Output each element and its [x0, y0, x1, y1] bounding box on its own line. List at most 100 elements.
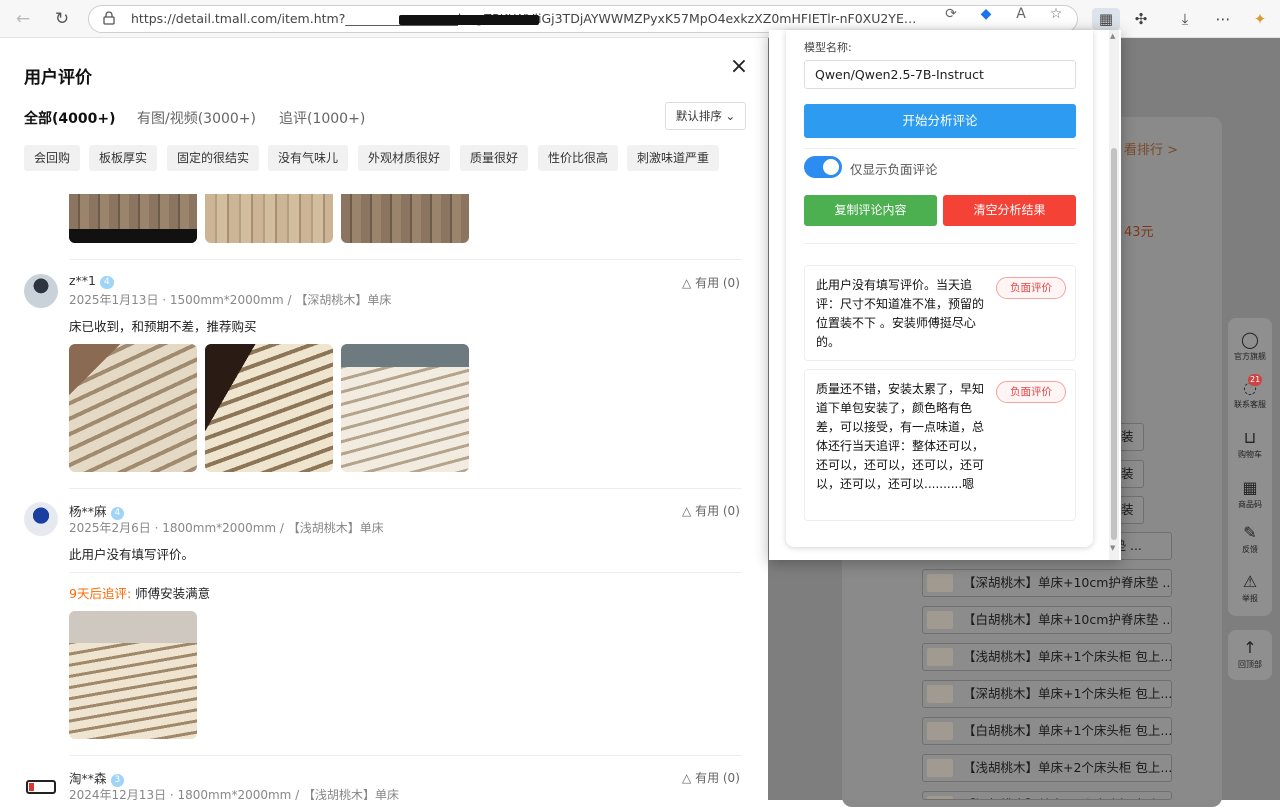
useful-button[interactable]: △ 有用 (0): [682, 502, 740, 519]
tab-media[interactable]: 有图/视频(3000+): [137, 108, 256, 128]
favorite-star-icon[interactable]: ☆: [1047, 5, 1065, 23]
review-photo[interactable]: [205, 194, 333, 243]
review-photo[interactable]: [205, 344, 333, 472]
option-row[interactable]: 【白胡桃木】单床+10cm护脊床垫 ...: [922, 606, 1172, 634]
option-row[interactable]: 【浅胡桃木】单床+2个床头柜 包上...: [922, 754, 1172, 782]
divider: [69, 572, 742, 573]
analyze-button[interactable]: 开始分析评论: [804, 104, 1076, 138]
review-list[interactable]: z**1 4 2025年1月13日 · 1500mm*2000mm / 【深胡桃木…: [0, 184, 768, 800]
downloads-icon[interactable]: ⤓: [1174, 8, 1196, 30]
tab-followup[interactable]: 追评(1000+): [279, 108, 365, 128]
filter-tag[interactable]: 外观材质很好: [358, 145, 451, 171]
divider: [69, 755, 742, 756]
avatar[interactable]: [24, 770, 58, 800]
option-row[interactable]: 【深胡桃木】单床+2个床头柜 包上...: [922, 791, 1172, 800]
shop-icon: ◯: [1241, 330, 1259, 349]
divider: [69, 259, 742, 260]
negative-only-toggle[interactable]: [804, 156, 842, 178]
scroll-up-icon: ▲: [1110, 32, 1116, 40]
rail-official[interactable]: ◯ 官方旗舰: [1228, 330, 1272, 362]
avatar[interactable]: [24, 274, 58, 308]
result-card: 此用户没有填写评价。当天追评：尺寸不知道准不准，预留的位置装不下 。安装师傅挺尽…: [804, 265, 1076, 361]
url-redaction: [399, 15, 539, 25]
username[interactable]: 淘**森 3: [69, 768, 125, 787]
rail-cart[interactable]: ⊔ 购物车: [1228, 428, 1272, 460]
review-modal: 用户评价 × 全部(4000+) 有图/视频(3000+) 追评(1000+) …: [0, 38, 768, 800]
toggle-label: 仅显示负面评论: [850, 162, 938, 177]
useful-button[interactable]: △ 有用 (0): [682, 274, 740, 291]
copilot-icon[interactable]: ✦: [1249, 8, 1271, 30]
edit-icon: ✎: [1243, 523, 1257, 542]
arrow-up-icon: ↑: [1243, 638, 1257, 657]
review-photo[interactable]: [69, 344, 197, 472]
result-card: 质量还不错，安装太累了，早知道下单包安装了，颜色略有色差，可以接受，有一点味道，…: [804, 369, 1076, 521]
option-row[interactable]: 【深胡桃木】单床+10cm护脊床垫 ...: [922, 569, 1172, 597]
price-text: 43元: [1124, 225, 1154, 240]
review-photo[interactable]: [69, 611, 197, 739]
back-to-top[interactable]: ↑ 回顶部: [1228, 630, 1272, 680]
scrollbar-thumb: [1111, 148, 1117, 540]
cart-icon: ⊔: [1243, 428, 1257, 447]
side-toolbar: ◯ 官方旗舰 ◌ 联系客服 21 ⊔ 购物车 ▦ 商品码 ✎ 反馈 ⚠ 举报: [1228, 318, 1272, 616]
review-meta: 2024年12月13日 · 1800mm*2000mm / 【浅胡桃木】单床: [69, 788, 400, 800]
extensions-puzzle-icon[interactable]: ✣: [1130, 8, 1152, 30]
review-text: 此用户没有填写评价。: [69, 547, 195, 562]
address-bar[interactable]: https://detail.tmall.com/item.htm?______…: [88, 5, 1078, 33]
chevron-down-icon: ⌄: [725, 109, 736, 123]
result-text: 此用户没有填写评价。当天追评：尺寸不知道准不准，预留的位置装不下 。安装师傅挺尽…: [816, 278, 985, 349]
vip-badge: 4: [100, 276, 114, 289]
rail-qrcode[interactable]: ▦ 商品码: [1228, 478, 1272, 510]
warning-icon: ⚠: [1242, 572, 1258, 591]
avatar[interactable]: [24, 502, 58, 536]
username[interactable]: z**1 4: [69, 273, 114, 289]
close-icon[interactable]: ×: [728, 56, 750, 78]
option-row[interactable]: 【浅胡桃木】单床+1个床头柜 包上...: [922, 643, 1172, 671]
sort-dropdown[interactable]: 默认排序 ⌄: [665, 102, 746, 130]
back-icon[interactable]: ←: [12, 8, 34, 30]
popup-scrollbar[interactable]: ▲ ▼: [1109, 30, 1119, 560]
username[interactable]: 杨**麻 4: [69, 501, 125, 520]
option-row[interactable]: 【深胡桃木】单床+1个床头柜 包上...: [922, 680, 1172, 708]
translate-icon[interactable]: ⟳: [942, 5, 960, 23]
tab-all[interactable]: 全部(4000+): [24, 108, 116, 128]
tag-icon[interactable]: ◆: [977, 5, 995, 23]
option-row[interactable]: 【白胡桃木】单床+1个床头柜 包上...: [922, 717, 1172, 745]
clear-button[interactable]: 清空分析结果: [943, 195, 1076, 226]
negative-badge: 负面评价: [996, 277, 1066, 299]
review-meta: 2025年1月13日 · 1500mm*2000mm / 【深胡桃木】单床: [69, 293, 392, 307]
result-text: 质量还不错，安装太累了，早知道下单包安装了，颜色略有色差，可以接受，有一点味道，…: [816, 382, 985, 491]
review-photo[interactable]: [341, 344, 469, 472]
ranking-text: 看排行 >: [1124, 143, 1179, 158]
filter-tag[interactable]: 质量很好: [460, 145, 529, 171]
divider: [69, 488, 742, 489]
thumb-icon: △: [682, 771, 692, 785]
filter-tag[interactable]: 会回购: [24, 145, 81, 171]
model-label: 模型名称:: [804, 41, 852, 54]
filter-tag[interactable]: 固定的很结实: [167, 145, 260, 171]
rail-report[interactable]: ⚠ 举报: [1228, 572, 1272, 604]
modal-title: 用户评价: [24, 68, 92, 88]
filter-tag[interactable]: 刺激味道严重: [627, 145, 720, 171]
followup-review: 9天后追评: 师傅安装满意: [69, 586, 211, 601]
thumb-icon: △: [682, 276, 692, 290]
scroll-down-icon: ▼: [1110, 544, 1116, 552]
read-aloud-icon[interactable]: A: [1012, 5, 1030, 23]
model-input[interactable]: Qwen/Qwen2.5-7B-Instruct: [804, 60, 1076, 89]
review-photo[interactable]: [341, 194, 469, 243]
filter-tag[interactable]: 没有气味儿: [268, 145, 349, 171]
review-photo[interactable]: [69, 194, 197, 243]
divider: [804, 243, 1076, 244]
service-count-badge: 21: [1248, 374, 1263, 386]
review-text: 床已收到，和预期不差，推荐购买: [69, 319, 257, 334]
rail-feedback[interactable]: ✎ 反馈: [1228, 523, 1272, 555]
review-meta: 2025年2月6日 · 1800mm*2000mm / 【浅胡桃木】单床: [69, 521, 384, 535]
copy-button[interactable]: 复制评论内容: [804, 195, 937, 226]
filter-tag[interactable]: 板板厚实: [89, 145, 158, 171]
extension-active-icon[interactable]: ▦: [1092, 8, 1120, 30]
negative-badge: 负面评价: [996, 381, 1066, 403]
grid-icon: ▦: [1242, 478, 1258, 497]
filter-tag[interactable]: 性价比很高: [538, 145, 619, 171]
more-menu-icon[interactable]: ⋯: [1212, 8, 1234, 30]
useful-button[interactable]: △ 有用 (0): [682, 769, 740, 786]
reload-icon[interactable]: ↻: [51, 8, 73, 30]
